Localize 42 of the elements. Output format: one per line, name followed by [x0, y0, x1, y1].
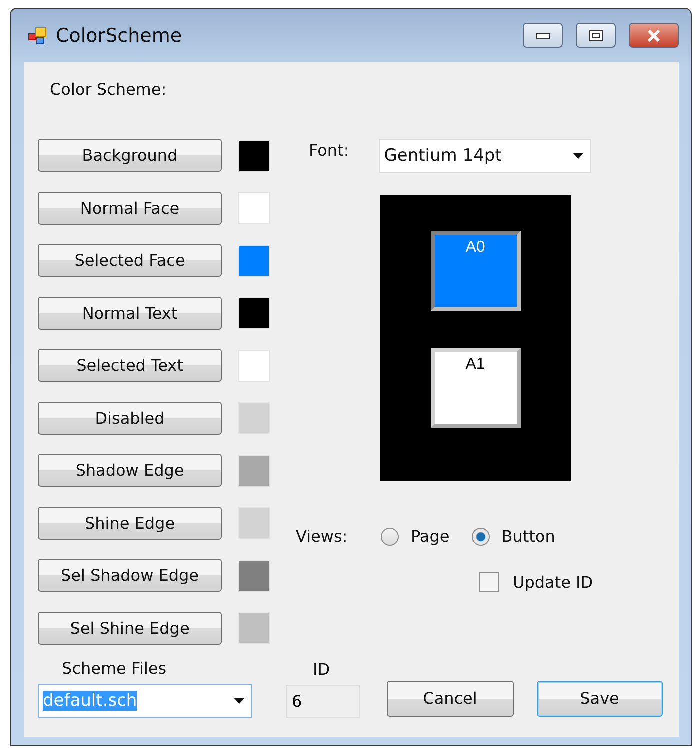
color-swatch[interactable] — [238, 297, 270, 329]
font-label: Font: — [309, 140, 350, 160]
dropdown-arrow-icon — [573, 153, 584, 159]
view-radio[interactable]: Button — [472, 527, 556, 546]
maximize-button[interactable] — [576, 23, 616, 48]
maximize-icon — [589, 30, 603, 41]
color-item-button[interactable]: Sel Shine Edge — [38, 612, 222, 644]
dropdown-arrow-icon — [234, 698, 245, 704]
views-label: Views: — [296, 527, 349, 546]
color-item-button[interactable]: Normal Text — [38, 296, 222, 330]
color-swatch[interactable] — [238, 402, 270, 434]
id-field[interactable]: 6 — [286, 684, 360, 718]
window-title: ColorScheme — [56, 24, 184, 46]
color-item-button[interactable]: Selected Text — [38, 349, 222, 382]
color-item-button[interactable]: Shadow Edge — [38, 454, 222, 487]
save-button[interactable]: Save — [536, 680, 663, 716]
update-id-checkbox[interactable]: Update ID — [479, 572, 594, 592]
close-button[interactable] — [629, 23, 679, 48]
color-item-button[interactable]: Normal Face — [38, 192, 222, 224]
color-item-button[interactable]: Selected Face — [38, 244, 222, 277]
color-swatch[interactable] — [238, 192, 270, 224]
color-item-button[interactable]: Background — [38, 139, 222, 172]
color-scheme-heading: Color Scheme: — [50, 80, 168, 99]
color-item-button[interactable]: Disabled — [38, 402, 222, 434]
view-radio[interactable]: Page — [381, 527, 450, 546]
color-swatch[interactable] — [238, 560, 270, 592]
minimize-button[interactable] — [523, 23, 563, 48]
minimize-icon — [536, 32, 550, 38]
color-swatch[interactable] — [238, 350, 270, 382]
color-swatch[interactable] — [238, 507, 270, 539]
id-label: ID — [313, 660, 330, 678]
font-dropdown[interactable]: Gentium 14pt — [379, 139, 592, 173]
color-swatch[interactable] — [238, 244, 270, 276]
color-item-button[interactable]: Sel Shadow Edge — [38, 559, 222, 592]
cancel-button[interactable]: Cancel — [387, 680, 514, 716]
color-swatch[interactable] — [238, 454, 270, 486]
color-swatch[interactable] — [238, 612, 270, 644]
app-icon — [28, 26, 48, 46]
color-swatch[interactable] — [238, 140, 270, 172]
color-item-button[interactable]: Shine Edge — [38, 506, 222, 540]
close-icon — [646, 30, 662, 42]
scheme-files-label: Scheme Files — [62, 658, 167, 678]
